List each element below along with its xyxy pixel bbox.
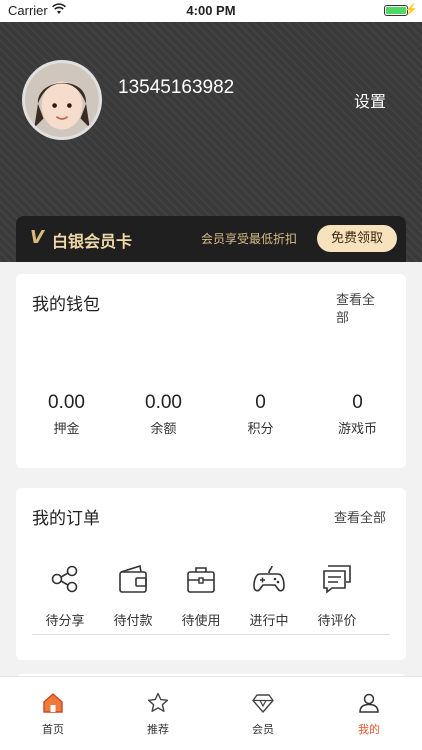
stat-label: 积分 — [247, 422, 274, 437]
wallet-view-all-link[interactable]: 查看全部 — [336, 292, 384, 328]
wallet-stat-game-coins[interactable]: 0 游戏币 — [309, 392, 406, 437]
divider — [32, 634, 390, 635]
share-icon — [51, 565, 78, 593]
phone-number: 13545163982 — [118, 77, 235, 98]
wallet-stat-points[interactable]: 0 积分 — [212, 392, 309, 437]
vip-card-banner[interactable]: V 白银会员卡 会员享受最低折扣 免费领取 — [16, 216, 406, 262]
charging-icon: ⚡ — [404, 4, 418, 16]
free-claim-button[interactable]: 免费领取 — [317, 225, 397, 252]
home-icon — [43, 693, 63, 713]
tab-label: 推荐 — [147, 723, 169, 736]
wallet-title: 我的钱包 — [32, 295, 100, 315]
order-pending-review[interactable]: 待评价 — [304, 562, 370, 629]
orders-title: 我的订单 — [32, 509, 100, 529]
order-pending-payment[interactable]: 待付款 — [100, 562, 166, 629]
wallet-stats: 0.00 押金 0.00 余额 0 积分 0 游戏币 — [16, 392, 406, 442]
order-label: 待评价 — [317, 614, 357, 629]
stat-label: 余额 — [150, 422, 177, 437]
comment-icon — [323, 565, 351, 594]
vip-title: 白银会员卡 — [52, 232, 133, 251]
tab-recommend[interactable]: 推荐 — [128, 691, 188, 737]
profile-header: 13545163982 设置 V 白银会员卡 会员享受最低折扣 免费领取 — [0, 22, 422, 262]
tab-label: 首页 — [42, 723, 64, 736]
order-label: 待使用 — [181, 614, 221, 629]
vip-description: 会员享受最低折扣 — [201, 232, 298, 246]
avatar[interactable] — [22, 60, 102, 140]
vip-badge-icon: V — [30, 227, 44, 248]
star-icon — [147, 692, 169, 712]
status-bar: Carrier 4:00 PM ⚡ — [0, 0, 422, 22]
tab-mine[interactable]: 我的 — [339, 691, 399, 737]
wallet-stat-deposit[interactable]: 0.00 押金 — [18, 392, 115, 437]
order-pending-use[interactable]: 待使用 — [168, 562, 234, 629]
settings-button[interactable]: 设置 — [354, 88, 386, 112]
tab-label: 会员 — [252, 723, 274, 736]
stat-value: 0 — [352, 392, 363, 413]
gamepad-icon — [253, 565, 285, 592]
order-label: 待付款 — [113, 614, 153, 629]
diamond-icon — [252, 694, 274, 713]
order-label: 进行中 — [249, 614, 289, 629]
stat-label: 游戏币 — [337, 422, 377, 437]
status-time: 4:00 PM — [186, 3, 236, 18]
wallet-icon — [119, 564, 147, 593]
orders-card: 我的订单 查看全部 待分享 待付款 待使用 进行中 待评价 — [16, 488, 406, 660]
tab-label: 我的 — [358, 723, 380, 736]
briefcase-icon — [187, 567, 215, 593]
wallet-stat-balance[interactable]: 0.00 余额 — [115, 392, 212, 437]
stat-value: 0 — [255, 392, 266, 413]
order-in-progress[interactable]: 进行中 — [236, 562, 302, 629]
user-icon — [359, 693, 379, 713]
stat-value: 0.00 — [145, 392, 182, 413]
avatar-image — [25, 63, 99, 137]
tab-member[interactable]: 会员 — [233, 691, 293, 737]
order-pending-share[interactable]: 待分享 — [32, 562, 98, 629]
tab-home[interactable]: 首页 — [23, 691, 83, 737]
bottom-tab-bar: 首页 推荐 会员 我的 — [0, 676, 422, 750]
wallet-card: 我的钱包 查看全部 0.00 押金 0.00 余额 0 积分 0 游戏币 — [16, 274, 406, 468]
order-label: 待分享 — [45, 614, 85, 629]
stat-value: 0.00 — [48, 392, 85, 413]
stat-label: 押金 — [53, 422, 80, 437]
orders-view-all-link[interactable]: 查看全部 — [334, 507, 386, 526]
